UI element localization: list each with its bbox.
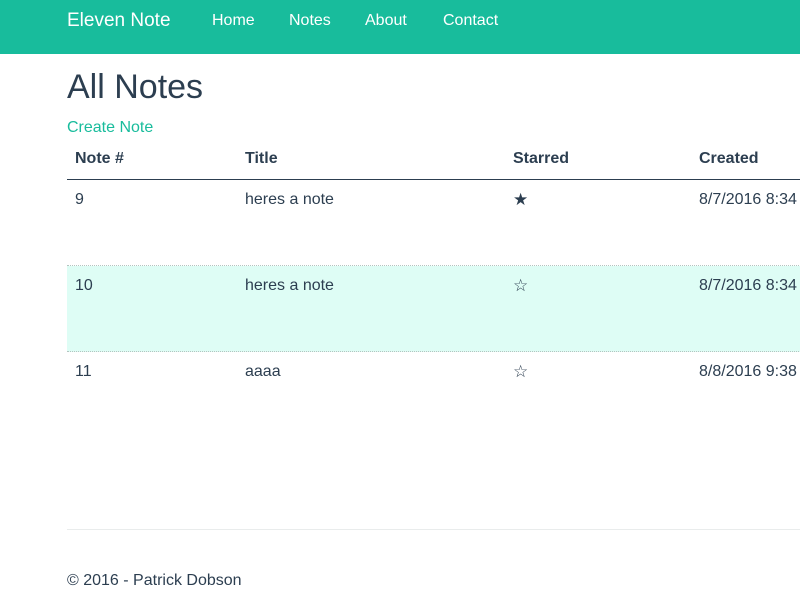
star-outline-icon[interactable]: ☆	[513, 362, 528, 382]
footer-copyright: © 2016 - Patrick Dobson	[67, 572, 242, 589]
star-outline-icon[interactable]: ☆	[513, 276, 528, 296]
notes-table: Note # Title Starred Created 9 heres a n…	[67, 143, 800, 437]
column-header-note-number: Note #	[75, 150, 124, 167]
table-row: 11 aaaa ☆ 8/8/2016 9:38	[67, 352, 800, 437]
created-date-cell: 8/7/2016 8:34	[699, 277, 797, 294]
table-row: 9 heres a note ★ 8/7/2016 8:34	[67, 180, 800, 266]
created-date-cell: 8/7/2016 8:34	[699, 191, 797, 208]
create-note-link[interactable]: Create Note	[67, 118, 153, 138]
note-number-cell: 9	[75, 191, 84, 208]
navbar: Eleven Note Home Notes About Contact	[0, 0, 800, 54]
nav-link-about[interactable]: About	[365, 11, 407, 31]
note-title-cell: heres a note	[245, 191, 334, 208]
note-title-cell: aaaa	[245, 363, 281, 380]
column-header-title: Title	[245, 150, 278, 167]
created-date-cell: 8/8/2016 9:38	[699, 363, 797, 380]
page-title: All Notes	[67, 68, 204, 106]
nav-link-notes[interactable]: Notes	[289, 11, 331, 31]
star-filled-icon[interactable]: ★	[513, 190, 528, 210]
note-number-cell: 11	[75, 363, 92, 380]
footer-divider	[67, 529, 800, 530]
note-number-cell: 10	[75, 277, 93, 294]
table-row: 10 heres a note ☆ 8/7/2016 8:34	[67, 266, 800, 352]
table-header: Note # Title Starred Created	[67, 143, 800, 180]
brand-link[interactable]: Eleven Note	[67, 10, 171, 32]
note-title-cell: heres a note	[245, 277, 334, 294]
nav-link-home[interactable]: Home	[212, 11, 255, 31]
nav-link-contact[interactable]: Contact	[443, 11, 498, 31]
column-header-starred: Starred	[513, 150, 570, 167]
column-header-created: Created	[699, 150, 759, 167]
